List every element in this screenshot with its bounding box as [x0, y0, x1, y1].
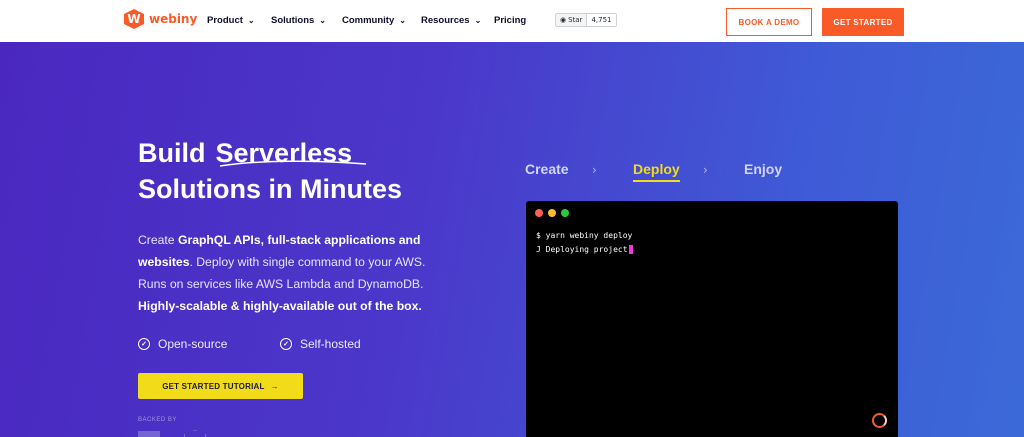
book-demo-button[interactable]: BOOK A DEMO [726, 8, 812, 36]
nav-item-pricing[interactable]: Pricing [494, 15, 526, 26]
backer-logo [184, 430, 206, 437]
nav-item-product[interactable]: Product ⌄ [207, 15, 255, 26]
cta-label: GET STARTED TUTORIAL [162, 381, 265, 391]
hero-description: Create GraphQL APIs, full-stack applicat… [138, 229, 438, 317]
feature-label: Open-source [158, 337, 228, 351]
github-star-label: Star [568, 16, 583, 24]
terminal-output-line: J Deploying project [536, 245, 633, 254]
check-circle-icon: ✓ [138, 338, 150, 350]
maximize-dot-icon [561, 209, 569, 217]
nav-item-solutions[interactable]: Solutions ⌄ [271, 15, 326, 26]
check-circle-icon: ✓ [280, 338, 292, 350]
top-navigation: W webiny Product ⌄ Solutions ⌄ Community… [0, 0, 1024, 42]
desc-bold: Highly-scalable & highly-available out o… [138, 299, 422, 313]
chevron-down-icon: ⌄ [399, 16, 406, 25]
headline-line-2: Solutions in Minutes [138, 174, 402, 204]
step-enjoy[interactable]: Enjoy [744, 161, 782, 177]
headline-word-build: Build [138, 138, 206, 168]
terminal-window: $ yarn webiny deploy J Deploying project [526, 201, 898, 437]
loading-spinner-icon [872, 413, 887, 428]
brand-name: webiny [149, 12, 198, 26]
step-create[interactable]: Create [525, 161, 569, 177]
nav-item-label: Product [207, 15, 243, 26]
get-started-tutorial-button[interactable]: GET STARTED TUTORIAL → [138, 373, 303, 399]
chevron-down-icon: ⌄ [247, 16, 255, 25]
nav-item-resources[interactable]: Resources ⌄ [421, 15, 481, 26]
feature-open-source: ✓ Open-source [138, 337, 227, 351]
github-star-widget[interactable]: ◉ Star 4,751 [555, 13, 617, 27]
minimize-dot-icon [548, 209, 556, 217]
desc-text: Create [138, 233, 178, 247]
get-started-button[interactable]: GET STARTED [822, 8, 904, 36]
hero-section: Build Serverless Solutions in Minutes Cre… [0, 42, 1024, 437]
chevron-down-icon: ⌄ [319, 16, 326, 25]
headline-underline-decoration [219, 160, 367, 167]
terminal-command-line: $ yarn webiny deploy [536, 231, 633, 240]
webiny-logo[interactable]: W webiny [124, 9, 197, 29]
github-icon: ◉ [560, 16, 567, 24]
webiny-logo-icon: W [124, 9, 144, 29]
chevron-down-icon: ⌄ [474, 16, 482, 25]
step-deploy[interactable]: Deploy [633, 161, 680, 182]
nav-item-community[interactable]: Community ⌄ [342, 15, 406, 26]
terminal-cursor [628, 245, 633, 254]
backer-logo [138, 431, 160, 437]
github-star-count[interactable]: 4,751 [587, 13, 617, 27]
chevron-right-icon: › [592, 163, 597, 177]
nav-item-label: Solutions [271, 15, 315, 26]
hero-headline: Build Serverless Solutions in Minutes [138, 135, 402, 207]
feature-self-hosted: ✓ Self-hosted [280, 337, 361, 351]
feature-label: Self-hosted [300, 337, 361, 351]
backed-by-label: BACKED BY [138, 417, 177, 423]
github-star-button[interactable]: ◉ Star [555, 13, 588, 27]
chevron-right-icon: › [703, 163, 708, 177]
arrow-right-icon: → [270, 381, 279, 391]
nav-item-label: Resources [421, 15, 470, 26]
nav-item-label: Pricing [494, 15, 527, 26]
close-dot-icon [535, 209, 543, 217]
nav-item-label: Community [342, 15, 395, 26]
terminal-output-text: J Deploying project [536, 245, 628, 254]
